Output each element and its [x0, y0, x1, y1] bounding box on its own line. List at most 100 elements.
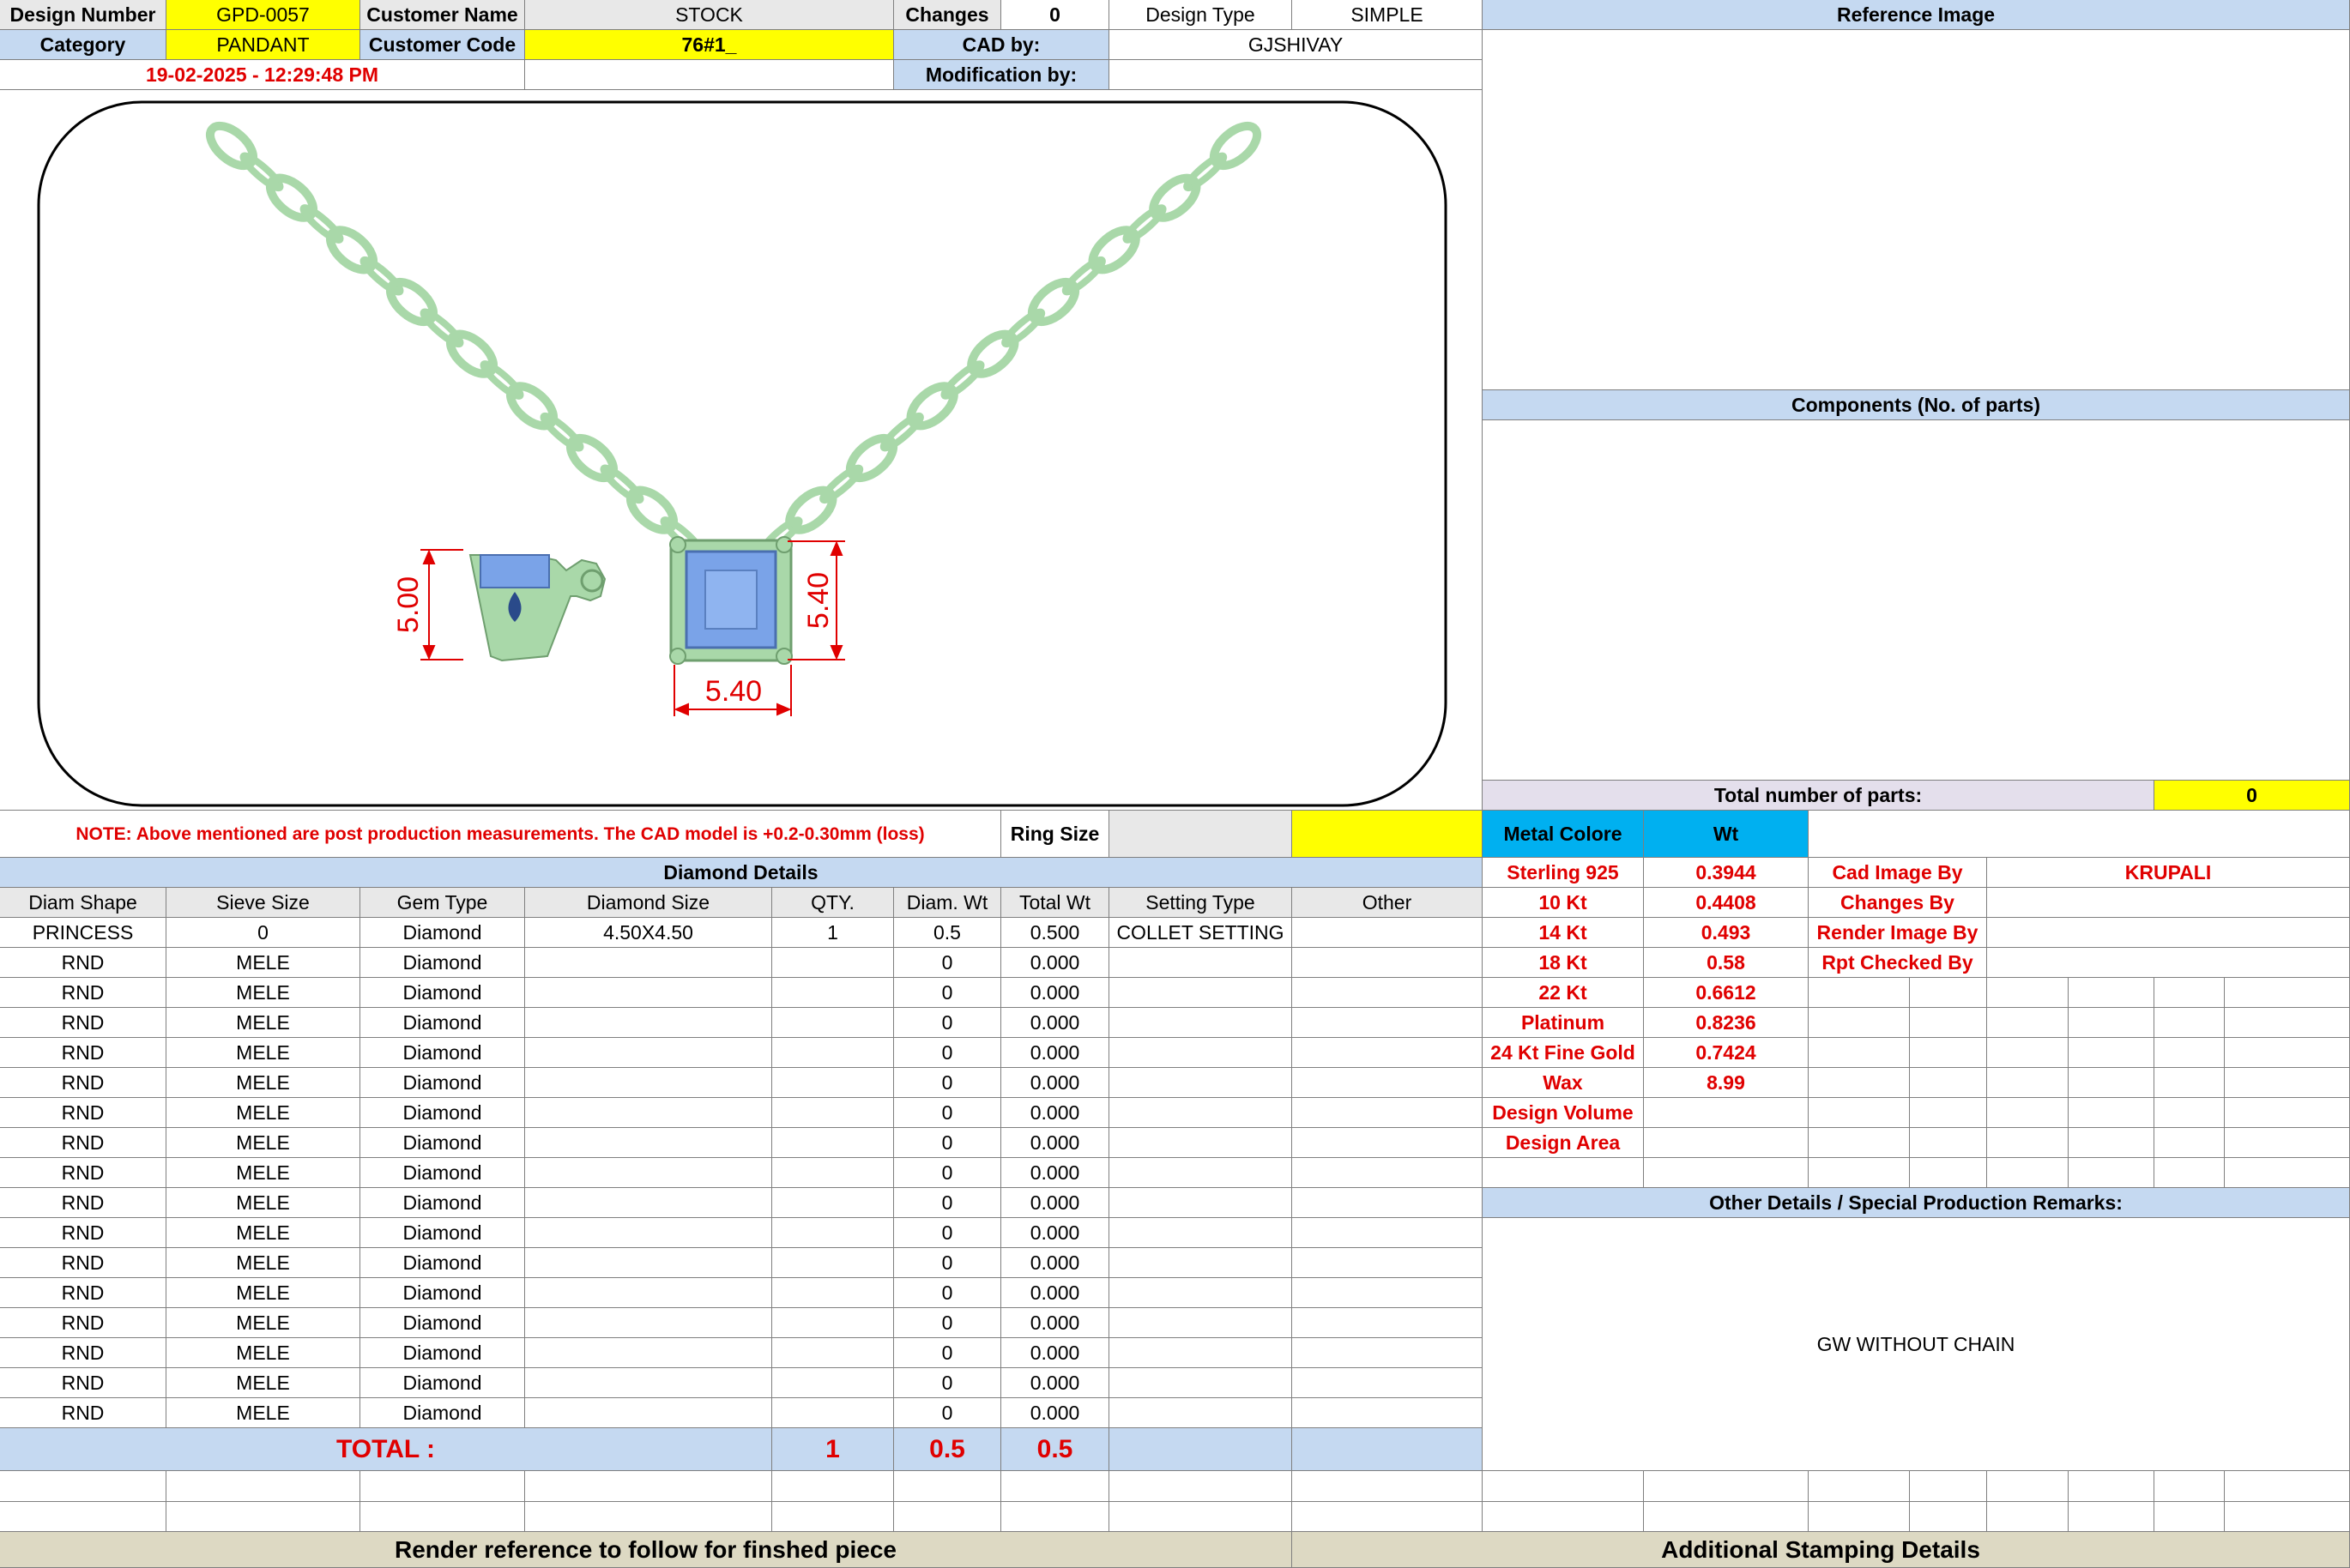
diamond-cell[interactable] — [772, 1128, 894, 1158]
metal-blank[interactable] — [1809, 811, 2350, 858]
blank-cell[interactable] — [360, 1502, 525, 1532]
diamond-cell[interactable] — [1292, 948, 1483, 978]
diamond-cell[interactable]: RND — [0, 1128, 166, 1158]
blank-grid-cell[interactable] — [2154, 1038, 2225, 1068]
blank-grid-cell[interactable] — [2225, 1008, 2350, 1038]
diamond-cell[interactable]: MELE — [166, 1068, 360, 1098]
reference-image-area[interactable] — [1483, 30, 2350, 390]
diamond-cell[interactable] — [772, 948, 894, 978]
blank-grid-cell[interactable] — [2154, 1128, 2225, 1158]
blank-grid-cell[interactable] — [1987, 1128, 2069, 1158]
diamond-cell[interactable] — [1292, 1188, 1483, 1218]
diamond-cell[interactable]: 1 — [772, 918, 894, 948]
diamond-cell[interactable] — [1292, 1038, 1483, 1068]
diamond-cell[interactable]: 0.000 — [1001, 1338, 1109, 1368]
blank-cell[interactable] — [0, 1471, 166, 1502]
blank-cell[interactable] — [1109, 1502, 1292, 1532]
diamond-cell[interactable] — [1292, 1398, 1483, 1428]
diamond-cell[interactable]: Diamond — [360, 948, 525, 978]
blank-grid-cell[interactable] — [1809, 1038, 1910, 1068]
diamond-cell[interactable]: MELE — [166, 1398, 360, 1428]
blank-grid-cell[interactable] — [1809, 1008, 1910, 1038]
design-number-value[interactable]: GPD-0057 — [166, 0, 360, 30]
credit-value[interactable]: KRUPALI — [1987, 858, 2350, 888]
blank-grid-cell[interactable] — [2069, 1098, 2154, 1128]
diamond-cell[interactable]: 0 — [894, 1008, 1001, 1038]
diamond-cell[interactable]: 0 — [894, 1278, 1001, 1308]
design-type-value[interactable]: SIMPLE — [1292, 0, 1483, 30]
diamond-cell[interactable]: Diamond — [360, 1308, 525, 1338]
blank-cell[interactable] — [1987, 1502, 2069, 1532]
diamond-cell[interactable]: RND — [0, 978, 166, 1008]
diamond-cell[interactable] — [525, 1248, 772, 1278]
diamond-cell[interactable]: 0 — [894, 978, 1001, 1008]
diamond-cell[interactable] — [525, 1038, 772, 1068]
blank-grid-cell[interactable] — [1987, 1158, 2069, 1188]
metal-weight[interactable]: 8.99 — [1644, 1068, 1809, 1098]
diamond-cell[interactable]: 0 — [894, 1128, 1001, 1158]
diamond-cell[interactable] — [1109, 1338, 1292, 1368]
diamond-cell[interactable]: RND — [0, 1218, 166, 1248]
diamond-cell[interactable] — [772, 978, 894, 1008]
diamond-cell[interactable]: RND — [0, 1158, 166, 1188]
diamond-cell[interactable] — [525, 1338, 772, 1368]
diamond-cell[interactable] — [772, 1398, 894, 1428]
components-area[interactable] — [1483, 420, 2350, 781]
diamond-cell[interactable]: 0.500 — [1001, 918, 1109, 948]
diamond-cell[interactable] — [1109, 1128, 1292, 1158]
diamond-cell[interactable] — [1292, 1248, 1483, 1278]
diamond-cell[interactable]: RND — [0, 1248, 166, 1278]
diamond-cell[interactable] — [1109, 948, 1292, 978]
blank-grid-cell[interactable] — [1987, 1098, 2069, 1128]
diamond-cell[interactable] — [1292, 1068, 1483, 1098]
metal-weight[interactable]: 0.6612 — [1644, 978, 1809, 1008]
diamond-cell[interactable] — [772, 1308, 894, 1338]
blank-cell[interactable] — [2069, 1471, 2154, 1502]
blank-grid-cell[interactable] — [2225, 1098, 2350, 1128]
diamond-cell[interactable]: 0.000 — [1001, 1308, 1109, 1338]
diamond-cell[interactable] — [525, 1188, 772, 1218]
diamond-cell[interactable] — [1109, 1098, 1292, 1128]
diamond-cell[interactable]: 0 — [894, 1218, 1001, 1248]
diamond-cell[interactable] — [525, 1308, 772, 1338]
diamond-cell[interactable] — [1292, 1308, 1483, 1338]
diamond-cell[interactable]: 0 — [894, 1098, 1001, 1128]
diamond-cell[interactable]: 4.50X4.50 — [525, 918, 772, 948]
diamond-cell[interactable] — [1292, 1128, 1483, 1158]
blank-cell[interactable] — [525, 1502, 772, 1532]
blank-grid-cell[interactable] — [1910, 1158, 1987, 1188]
diamond-cell[interactable] — [1109, 1158, 1292, 1188]
blank-cell[interactable] — [0, 1502, 166, 1532]
diamond-cell[interactable]: 0 — [894, 1308, 1001, 1338]
diamond-cell[interactable]: MELE — [166, 1218, 360, 1248]
blank-grid-cell[interactable] — [2154, 978, 2225, 1008]
cad-by-value[interactable]: GJSHIVAY — [1109, 30, 1483, 60]
blank-cell[interactable] — [772, 1502, 894, 1532]
diamond-cell[interactable]: 0.000 — [1001, 1278, 1109, 1308]
diamond-cell[interactable] — [1109, 1008, 1292, 1038]
diamond-cell[interactable] — [1109, 1278, 1292, 1308]
blank-cell[interactable] — [1001, 1502, 1109, 1532]
blank-cell[interactable] — [1109, 1471, 1292, 1502]
blank-grid-cell[interactable] — [2069, 1158, 2154, 1188]
diamond-cell[interactable] — [772, 1038, 894, 1068]
blank-grid-cell[interactable] — [1809, 978, 1910, 1008]
diamond-cell[interactable]: RND — [0, 948, 166, 978]
blank-cell[interactable] — [2225, 1502, 2350, 1532]
diamond-cell[interactable]: RND — [0, 1098, 166, 1128]
blank-cell[interactable] — [166, 1502, 360, 1532]
diamond-cell[interactable]: Diamond — [360, 1248, 525, 1278]
diamond-cell[interactable] — [1109, 1308, 1292, 1338]
blank-cell[interactable] — [1292, 1471, 1483, 1502]
metal-weight[interactable]: 0.4408 — [1644, 888, 1809, 918]
blank-grid-cell[interactable] — [1910, 1068, 1987, 1098]
diamond-cell[interactable]: 0 — [894, 948, 1001, 978]
diamond-cell[interactable]: 0.000 — [1001, 1368, 1109, 1398]
diamond-cell[interactable]: Diamond — [360, 1008, 525, 1038]
blank-cell[interactable] — [166, 1471, 360, 1502]
diamond-cell[interactable]: 0.5 — [894, 918, 1001, 948]
diamond-cell[interactable]: RND — [0, 1308, 166, 1338]
diamond-cell[interactable] — [772, 1008, 894, 1038]
diamond-cell[interactable] — [1109, 1248, 1292, 1278]
diamond-cell[interactable] — [525, 948, 772, 978]
